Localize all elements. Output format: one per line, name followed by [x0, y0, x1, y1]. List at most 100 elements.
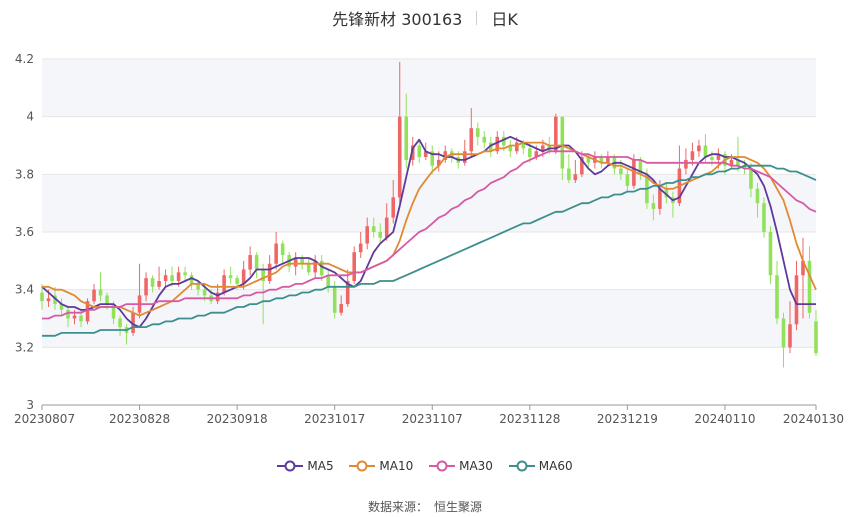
candle-body	[528, 148, 532, 158]
candle-body	[170, 275, 174, 282]
candle-body	[72, 315, 77, 319]
candle-body	[163, 275, 168, 282]
y-tick-label: 3.8	[15, 167, 34, 181]
candle-body	[371, 226, 376, 232]
candle-body	[814, 321, 818, 354]
candle-body	[703, 145, 708, 158]
candle-body	[684, 159, 688, 169]
candle-body	[40, 292, 44, 302]
legend-item-ma10[interactable]: MA10	[349, 459, 413, 473]
candle-body	[462, 151, 467, 163]
candle-body	[515, 142, 519, 152]
x-tick-label: 20240130	[783, 412, 844, 426]
candle-body	[710, 157, 714, 160]
source-value: 恒生聚源	[434, 500, 483, 514]
candle-body	[775, 275, 779, 319]
candle-body	[690, 151, 695, 160]
candle-body	[228, 275, 233, 279]
candle-body	[749, 168, 753, 189]
candle-body	[397, 116, 402, 198]
candle-body	[326, 275, 330, 287]
legend-item-ma5[interactable]: MA5	[277, 458, 334, 473]
x-tick-label: 20231219	[597, 412, 658, 426]
candle-body	[768, 232, 773, 276]
candle-body	[573, 174, 578, 181]
candle-body	[697, 145, 701, 152]
y-tick-label: 3.2	[15, 340, 34, 354]
candle-body	[150, 278, 155, 287]
candle-body	[391, 197, 396, 218]
y-tick-label: 4.2	[15, 52, 34, 66]
source-label: 数据来源：	[367, 500, 428, 514]
candle-body	[92, 289, 96, 302]
grid-band	[42, 59, 816, 117]
candle-body	[781, 318, 786, 348]
y-tick-label: 4	[26, 110, 34, 124]
legend-item-ma60[interactable]: MA60	[508, 458, 573, 473]
x-tick-label: 20230918	[207, 412, 268, 426]
legend-label-ma10: MA10	[379, 458, 414, 473]
candle-body	[567, 168, 571, 181]
candle-body	[79, 315, 83, 322]
y-tick-label: 3	[26, 398, 34, 412]
legend: MA5 MA10 MA30 MA60	[0, 458, 850, 473]
candle-body	[384, 217, 389, 238]
candle-body	[352, 252, 356, 282]
candle-body	[788, 324, 792, 348]
x-tick-label: 20230828	[109, 412, 170, 426]
candle-body	[378, 232, 383, 238]
candle-body	[267, 263, 272, 282]
candle-body	[118, 318, 122, 328]
candle-body	[332, 286, 337, 313]
x-tick-label: 20231128	[499, 412, 560, 426]
candle-body	[98, 289, 103, 296]
y-tick-label: 3.4	[15, 283, 34, 297]
candle-body	[475, 128, 480, 137]
candle-body	[469, 128, 474, 152]
candle-body	[235, 278, 239, 284]
candle-body	[358, 243, 363, 253]
candle-body	[482, 136, 487, 143]
candle-body	[202, 289, 207, 296]
legend-label-ma60: MA60	[538, 458, 573, 473]
grid-band	[42, 174, 816, 232]
candle-body	[157, 281, 161, 287]
legend-marker-ma30	[429, 460, 456, 472]
x-tick-label: 20230807	[14, 412, 75, 426]
x-tick-label: 20231107	[402, 412, 463, 426]
candle-body	[215, 292, 220, 302]
candle-body	[280, 243, 285, 256]
x-tick-label: 20231017	[304, 412, 365, 426]
candle-body	[274, 243, 278, 264]
candle-body	[658, 188, 662, 209]
candle-body	[105, 295, 109, 305]
candle-body	[560, 116, 565, 169]
candle-body	[365, 226, 369, 244]
y-tick-label: 3.6	[15, 225, 34, 239]
legend-label-ma5: MA5	[307, 458, 334, 473]
legend-marker-ma10	[349, 460, 376, 472]
legend-marker-ma60	[508, 460, 535, 472]
candle-body	[254, 255, 259, 270]
candle-body	[183, 272, 187, 276]
legend-label-ma30: MA30	[459, 458, 493, 473]
candle-body	[404, 116, 409, 160]
candle-body	[417, 145, 422, 158]
candle-body	[222, 275, 226, 293]
candle-body	[46, 298, 51, 302]
candle-body	[619, 168, 623, 175]
data-source: 数据来源： 恒生聚源	[0, 498, 850, 515]
candlestick-chart: 3 3.2 3.4 3.6 3.8 4 4.2 20230807 20230828 2023091…	[14, 52, 844, 426]
x-tick-label: 20240110	[694, 412, 755, 426]
legend-item-ma30[interactable]: MA30	[429, 459, 493, 473]
legend-marker-ma5	[277, 460, 304, 472]
candle-body	[306, 263, 311, 273]
candle-body	[625, 174, 630, 186]
candle-body	[339, 304, 343, 313]
candle-body	[144, 278, 148, 296]
candle-body	[176, 272, 181, 282]
candle-body	[755, 188, 760, 204]
candle-body	[762, 203, 766, 232]
candle-body	[651, 203, 656, 209]
candle-body	[248, 255, 252, 270]
